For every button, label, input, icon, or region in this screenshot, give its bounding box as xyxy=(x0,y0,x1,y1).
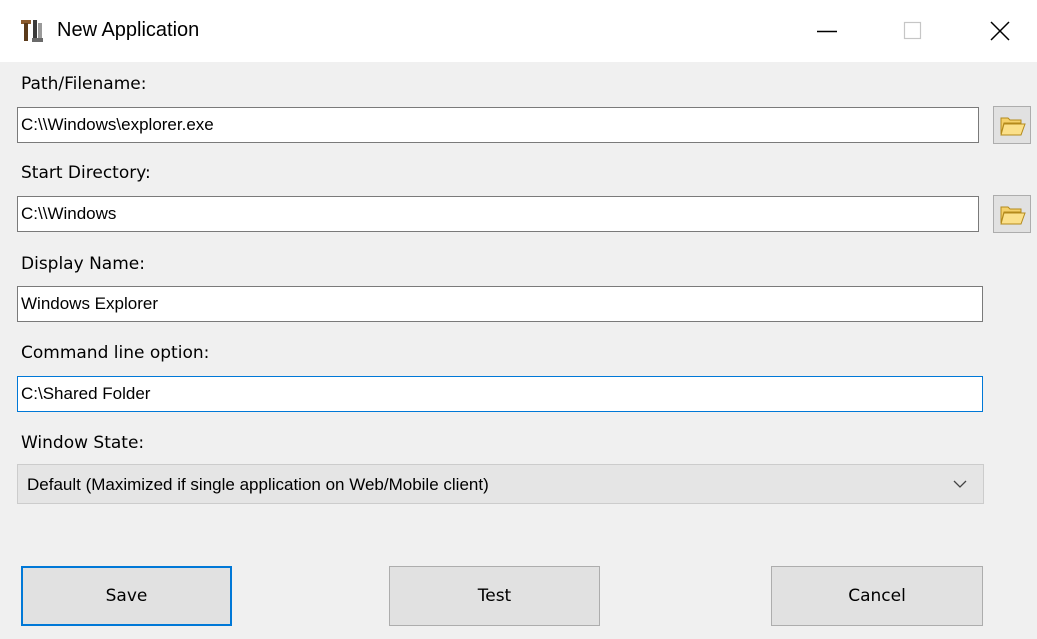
app-tools-icon xyxy=(18,17,46,45)
window-state-select[interactable]: Default (Maximized if single application… xyxy=(17,464,984,504)
cmdline-field-box xyxy=(17,376,983,412)
browse-start-dir-button[interactable] xyxy=(993,195,1031,233)
maximize-icon xyxy=(903,21,922,40)
close-icon xyxy=(990,21,1010,41)
start-dir-label: Start Directory: xyxy=(21,163,151,183)
folder-open-icon xyxy=(1000,117,1026,136)
display-name-label: Display Name: xyxy=(21,254,145,274)
chevron-down-icon xyxy=(953,480,967,488)
window-title: New Application xyxy=(57,19,200,41)
window-state-value: Default (Maximized if single application… xyxy=(27,475,489,494)
cmdline-input[interactable] xyxy=(18,377,982,411)
cmdline-label: Command line option: xyxy=(21,343,210,363)
save-button[interactable]: Save xyxy=(21,566,232,626)
minimize-icon xyxy=(817,30,837,33)
start-dir-field-box xyxy=(17,196,979,232)
folder-open-icon xyxy=(1000,206,1026,225)
path-field-box xyxy=(17,107,979,143)
minimize-button[interactable] xyxy=(785,0,873,62)
display-name-field-box xyxy=(17,286,983,322)
browse-path-button[interactable] xyxy=(993,106,1031,144)
title-bar: New Application xyxy=(0,0,1037,62)
cancel-button[interactable]: Cancel xyxy=(771,566,983,626)
start-dir-input[interactable] xyxy=(18,197,978,231)
path-input[interactable] xyxy=(18,108,978,142)
close-button[interactable] xyxy=(949,0,1037,62)
maximize-button xyxy=(873,0,961,62)
window-state-label: Window State: xyxy=(21,433,145,453)
test-button[interactable]: Test xyxy=(389,566,600,626)
display-name-input[interactable] xyxy=(18,287,982,321)
path-label: Path/Filename: xyxy=(21,74,147,94)
